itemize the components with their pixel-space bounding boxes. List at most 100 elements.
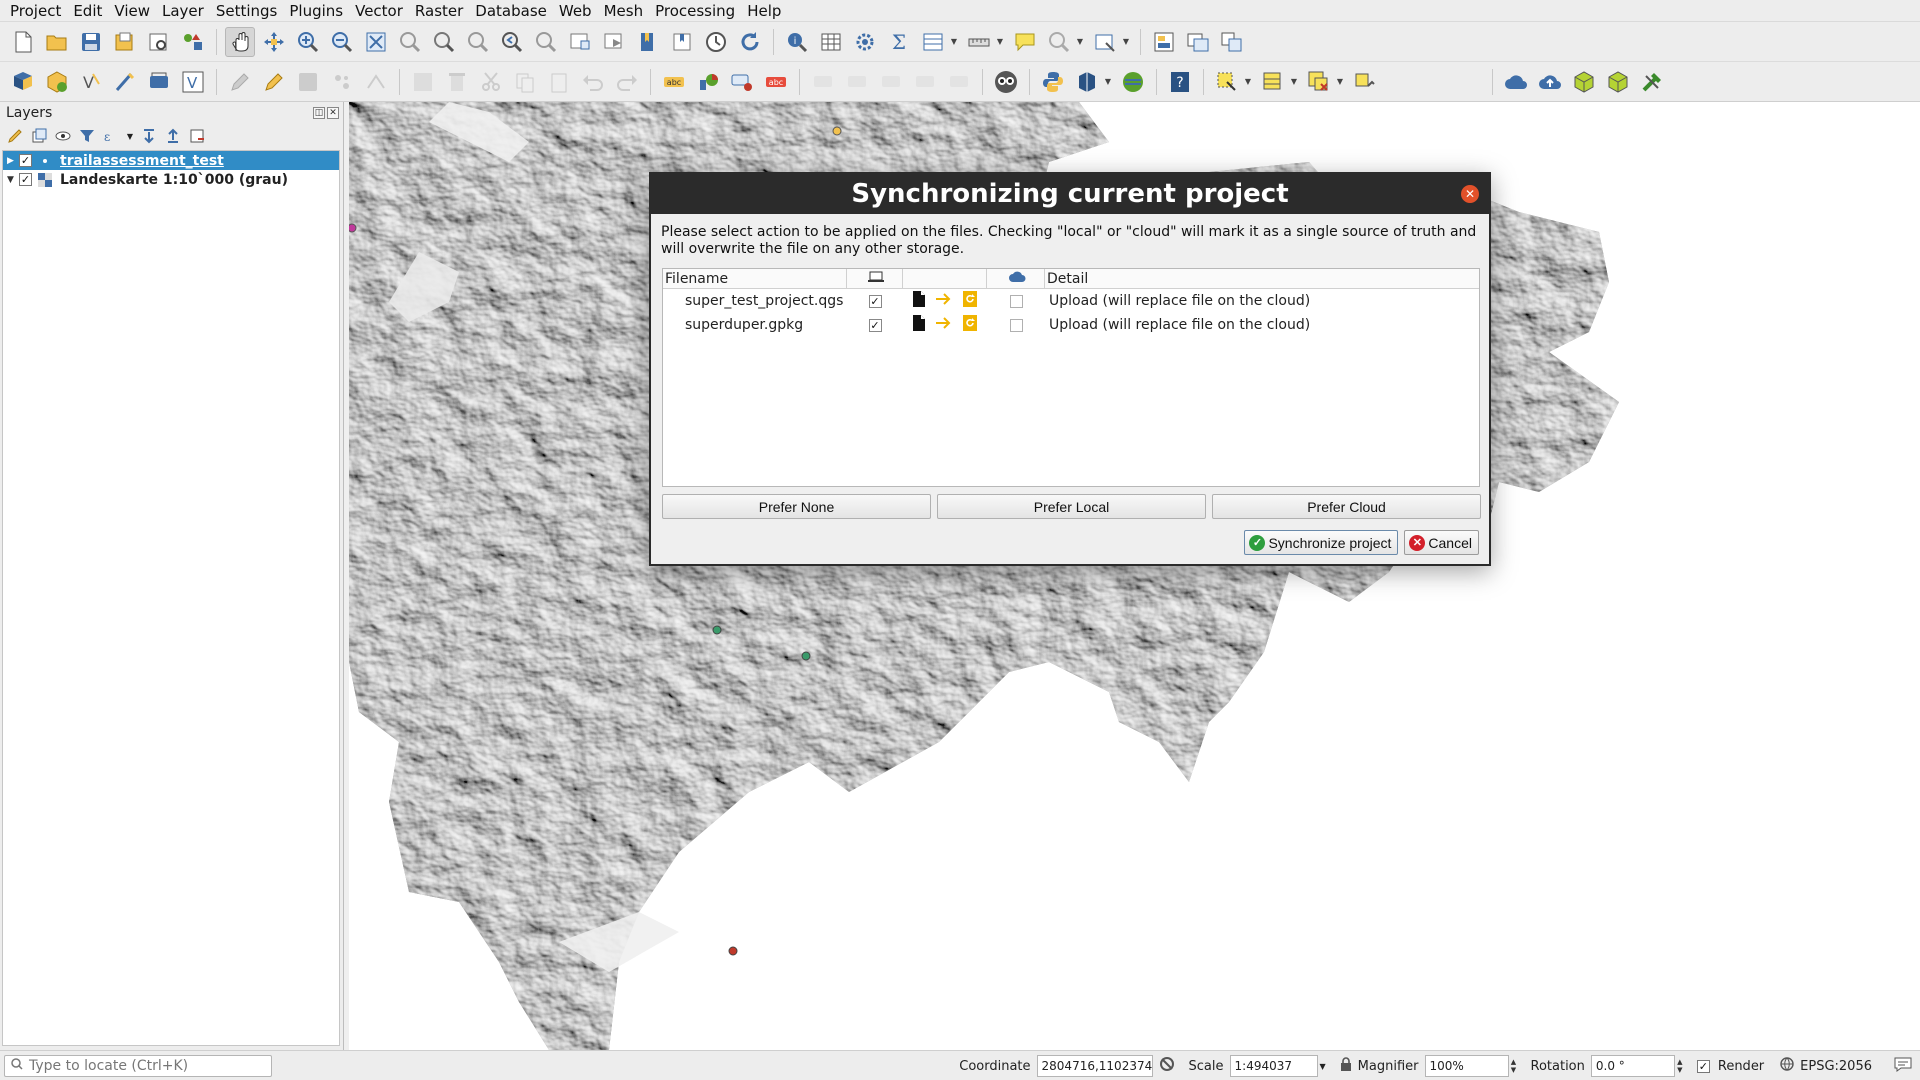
toggle-editing-icon[interactable] [259, 67, 289, 97]
synchronize-from-qfield-icon[interactable] [1603, 67, 1633, 97]
chevron-down-icon[interactable]: ▼ [126, 127, 134, 145]
menu-database[interactable]: Database [469, 2, 553, 20]
select-by-location-icon[interactable] [1090, 27, 1120, 57]
toggle-extents-icon[interactable] [1159, 1056, 1175, 1076]
cloud-sync-icon[interactable] [1535, 67, 1565, 97]
chevron-down-icon[interactable]: ▼ [1320, 1062, 1326, 1071]
globe-plugin-icon[interactable] [1118, 67, 1148, 97]
table-row[interactable]: super_test_project.qgs ✓ Upload (will re… [663, 289, 1479, 313]
magnifier-stepper[interactable]: ▲ ▼ [1509, 1055, 1519, 1077]
pan-to-selection-icon[interactable] [259, 27, 289, 57]
scale-field[interactable]: 1:494037 [1229, 1055, 1318, 1077]
statistical-summary-icon[interactable]: Σ [884, 27, 914, 57]
chevron-down-icon[interactable]: ▼ [996, 27, 1004, 57]
filter-expression-icon[interactable]: ε [102, 127, 120, 145]
zoom-out-icon[interactable] [327, 27, 357, 57]
header-detail[interactable]: Detail [1045, 269, 1479, 288]
select-by-value-icon[interactable] [1258, 67, 1288, 97]
menu-layer[interactable]: Layer [156, 2, 210, 20]
menu-help[interactable]: Help [741, 2, 787, 20]
identify-features-icon[interactable]: i [782, 27, 812, 57]
chevron-down-icon[interactable]: ▼ [1076, 27, 1084, 57]
new-3d-map-view-icon[interactable] [599, 27, 629, 57]
menu-processing[interactable]: Processing [649, 2, 741, 20]
open-project-icon[interactable] [42, 27, 72, 57]
add-point-feature-icon[interactable] [327, 67, 357, 97]
menu-raster[interactable]: Raster [409, 2, 469, 20]
menu-settings[interactable]: Settings [210, 2, 284, 20]
chevron-down-icon[interactable]: ▼ [1290, 67, 1298, 97]
qfield-sync-icon[interactable] [991, 67, 1021, 97]
modify-attributes-icon[interactable] [408, 67, 438, 97]
map-tips-icon[interactable] [1010, 27, 1040, 57]
prefer-cloud-button[interactable]: Prefer Cloud [1212, 494, 1481, 519]
expand-all-icon[interactable] [140, 127, 158, 145]
table-row[interactable]: superduper.gpkg ✓ Upload (will replace f… [663, 313, 1479, 337]
pin-labels-icon[interactable] [808, 67, 838, 97]
menu-view[interactable]: View [108, 2, 156, 20]
filter-legend-icon[interactable] [78, 127, 96, 145]
pan-map-icon[interactable] [225, 26, 255, 57]
menu-plugins[interactable]: Plugins [283, 2, 349, 20]
deselect-features-icon[interactable] [1304, 67, 1334, 97]
layer-visibility-checkbox[interactable]: ✓ [19, 154, 32, 167]
synchronize-project-button[interactable]: ✓ Synchronize project [1244, 530, 1399, 555]
style-manager-icon[interactable] [178, 27, 208, 57]
local-checkbox[interactable]: ✓ [868, 294, 882, 308]
new-geopackage-layer-icon[interactable] [42, 67, 72, 97]
locator-icon[interactable] [1044, 27, 1074, 57]
zoom-full-icon[interactable] [361, 27, 391, 57]
crs-label[interactable]: EPSG:2056 [1800, 1059, 1872, 1074]
undo-icon[interactable] [578, 67, 608, 97]
menu-web[interactable]: Web [553, 2, 598, 20]
new-temporary-layer-icon[interactable] [110, 67, 140, 97]
cut-features-icon[interactable] [476, 67, 506, 97]
zoom-native-icon[interactable] [463, 27, 493, 57]
measure-line-icon[interactable] [964, 27, 994, 57]
current-edits-icon[interactable] [225, 67, 255, 97]
cloud-checkbox[interactable] [1009, 294, 1023, 308]
layer-item-trailassessment[interactable]: ▶ ✓ trailassessment_test [3, 151, 339, 170]
menu-project[interactable]: Project [4, 2, 67, 20]
layout-designer-icon[interactable] [1149, 27, 1179, 57]
messages-icon[interactable] [1894, 1056, 1912, 1076]
locator-search-input[interactable]: Type to locate (Ctrl+K) [4, 1054, 272, 1077]
menu-edit[interactable]: Edit [67, 2, 108, 20]
build-tools-icon[interactable] [1637, 67, 1667, 97]
chevron-down-icon[interactable]: ▼ [1122, 27, 1130, 57]
close-panel-icon[interactable]: ✕ [327, 107, 339, 119]
data-source-manager-icon[interactable] [8, 67, 38, 97]
magnifier-field[interactable]: 100% [1424, 1055, 1509, 1077]
zoom-next-icon[interactable] [531, 27, 561, 57]
manage-visibility-icon[interactable] [54, 127, 72, 145]
temporal-controller-icon[interactable] [701, 27, 731, 57]
delete-selected-icon[interactable] [442, 67, 472, 97]
cloud-projects-icon[interactable] [1501, 67, 1531, 97]
package-for-qfield-icon[interactable] [1569, 67, 1599, 97]
header-filename[interactable]: Filename [663, 269, 847, 288]
collapse-arrow-icon[interactable]: ▼ [7, 175, 19, 185]
collapse-all-icon[interactable] [164, 127, 182, 145]
layer-styling-icon[interactable] [6, 127, 24, 145]
label-tool-icon[interactable]: abc [659, 67, 689, 97]
plugin-cube-icon[interactable] [1072, 67, 1102, 97]
report-icon[interactable] [1183, 27, 1213, 57]
layout-manager-icon[interactable] [144, 27, 174, 57]
chevron-down-icon[interactable]: ▼ [1336, 67, 1344, 97]
change-label-icon[interactable] [944, 67, 974, 97]
prefer-none-button[interactable]: Prefer None [662, 494, 931, 519]
show-hide-labels-icon[interactable] [842, 67, 872, 97]
rotation-field[interactable]: 0.0 ° [1590, 1055, 1675, 1077]
move-label-icon[interactable] [876, 67, 906, 97]
header-local[interactable] [847, 269, 903, 288]
python-console-icon[interactable] [1038, 67, 1068, 97]
show-bookmarks-icon[interactable] [667, 27, 697, 57]
diagram-options-icon[interactable] [693, 67, 723, 97]
select-features-icon[interactable] [1212, 67, 1242, 97]
menu-mesh[interactable]: Mesh [598, 2, 650, 20]
cancel-button[interactable]: ✕ Cancel [1404, 530, 1479, 555]
layer-item-landeskarte[interactable]: ▼ ✓ Landeskarte 1:10`000 (grau) [3, 170, 339, 189]
crs-globe-icon[interactable] [1780, 1057, 1794, 1075]
zoom-in-icon[interactable] [293, 27, 323, 57]
new-spatial-bookmark-icon[interactable] [633, 27, 663, 57]
